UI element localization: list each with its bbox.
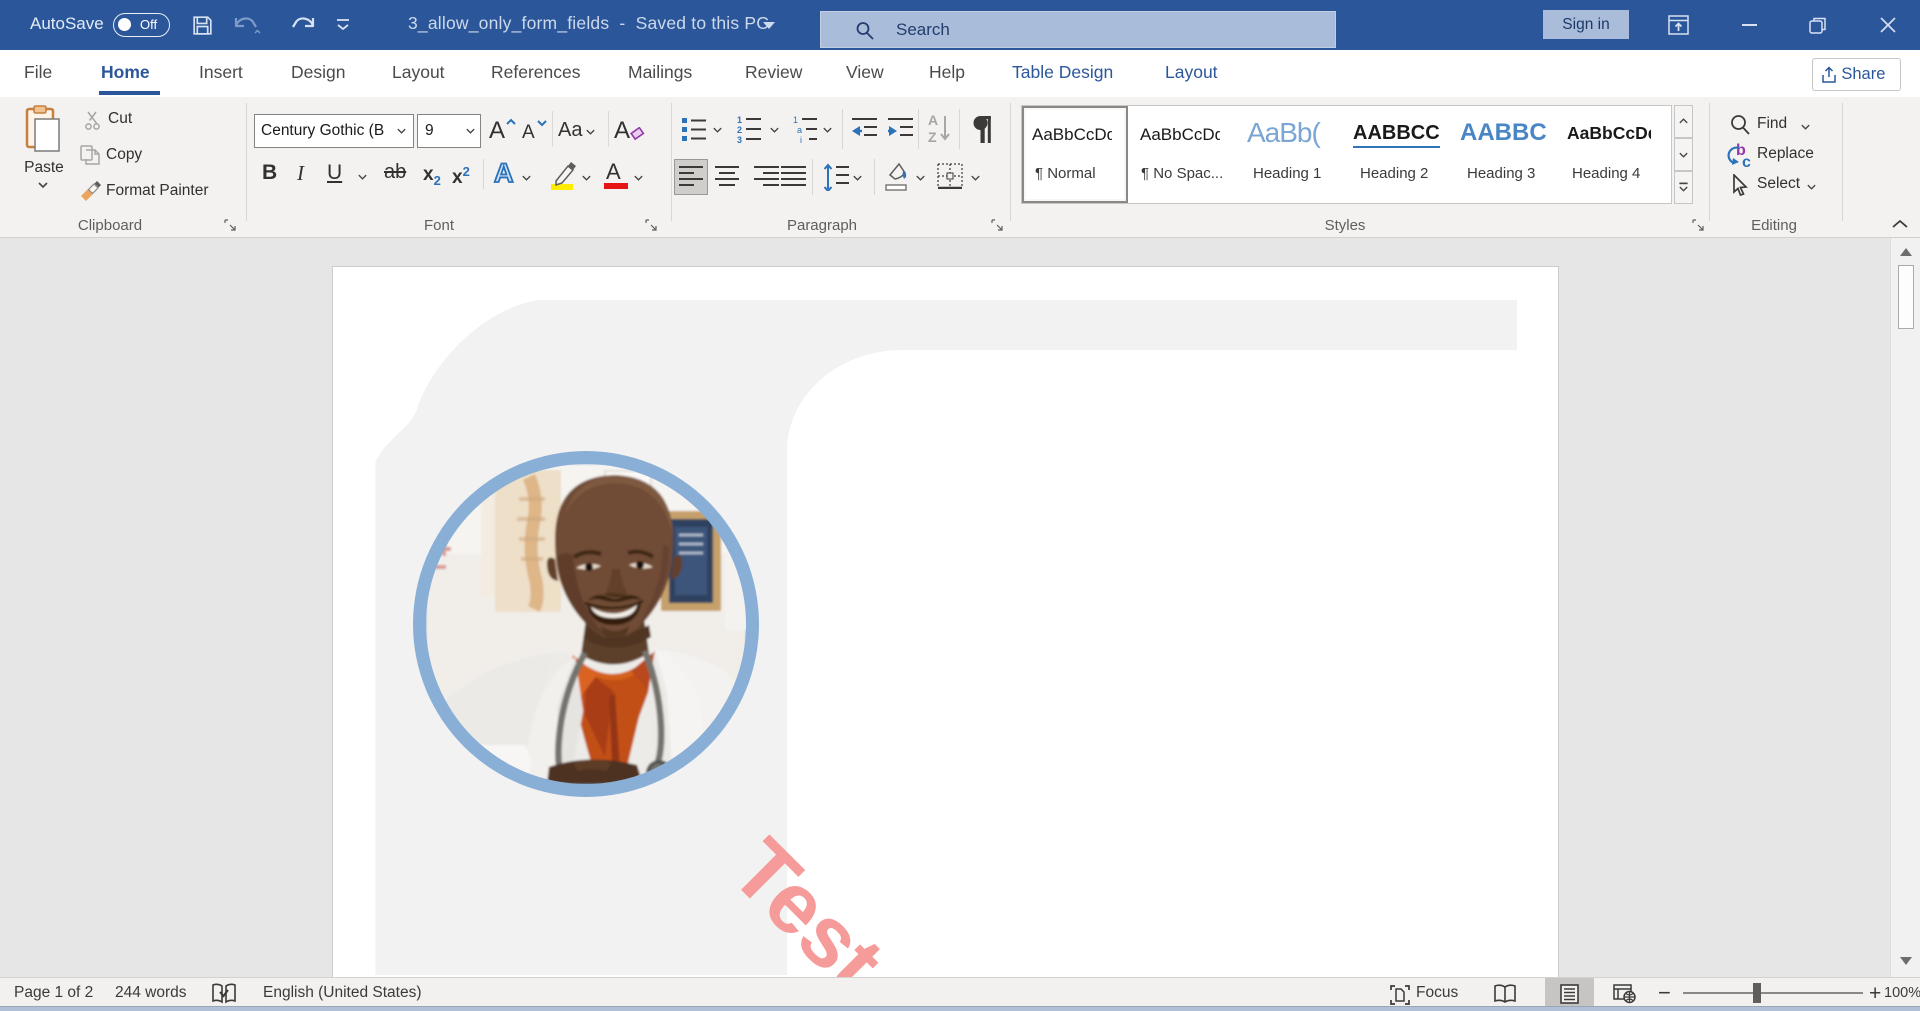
svg-text:c: c [1742,154,1751,169]
svg-text:a: a [797,125,802,135]
svg-text:3: 3 [737,135,742,144]
svg-text:Z: Z [928,129,937,144]
svg-text:1: 1 [793,115,798,125]
svg-text:2: 2 [737,125,742,135]
svg-text:A: A [928,112,938,128]
svg-text:i: i [800,135,802,144]
svg-text:1: 1 [737,115,742,125]
